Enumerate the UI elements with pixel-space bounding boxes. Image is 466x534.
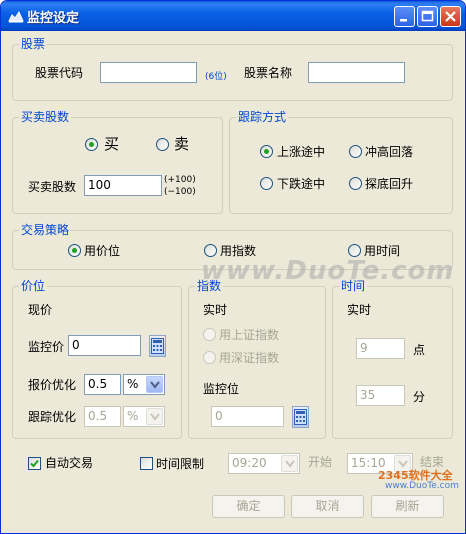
close-icon	[445, 11, 456, 22]
auto-trade-checkbox[interactable]	[28, 457, 41, 470]
strategy-group-title: 交易策略	[19, 223, 72, 237]
stock-code-hint: (6位)	[205, 72, 227, 82]
time-realtime-label: 实时	[347, 303, 372, 317]
tracking-falling-label[interactable]: 下跌途中	[277, 177, 325, 191]
tracking-pullback-label[interactable]: 冲高回落	[365, 145, 413, 159]
minimize-button[interactable]	[394, 6, 415, 27]
buy-label[interactable]: 买	[104, 135, 119, 153]
trade-group: 买卖股数 买 卖 买卖股数 100 (+100) (−100)	[12, 110, 223, 214]
time-limit-checkbox[interactable]	[140, 457, 153, 470]
dropdown-arrow	[281, 455, 298, 472]
stock-group: 股票 股票代码 (6位) 股票名称	[12, 37, 453, 101]
calculator-icon	[151, 338, 164, 354]
start-time-select[interactable]: 09:20	[228, 453, 300, 474]
minimize-icon	[400, 19, 407, 22]
sh-index-radio[interactable]	[203, 328, 216, 341]
auto-trade-label[interactable]: 自动交易	[45, 456, 93, 470]
qty-step-down[interactable]: (−100)	[164, 187, 196, 197]
sell-label[interactable]: 卖	[174, 135, 189, 153]
sz-index-label[interactable]: 用深证指数	[219, 351, 279, 365]
quote-opt-input[interactable]: 0.5	[84, 374, 121, 395]
calculator-icon	[294, 409, 307, 425]
index-group: 指数 实时 用上证指数 用深证指数 监控位 0	[188, 279, 326, 439]
tracking-pullback-radio[interactable]	[349, 145, 362, 158]
watermark-url: www.DuoTe.com	[385, 481, 459, 491]
price-group: 价位 现价 监控价 0 报价优化 0.5 % 跟踪优化 0.5 %	[12, 279, 182, 439]
qty-step-up[interactable]: (+100)	[164, 175, 196, 185]
refresh-button[interactable]: 刷新	[371, 495, 444, 518]
cancel-button[interactable]: 取消	[291, 495, 364, 518]
tracking-rebound-radio[interactable]	[349, 177, 362, 190]
qty-label: 买卖股数	[28, 180, 77, 194]
track-opt-unit-select[interactable]: %	[123, 406, 165, 427]
trade-group-title: 买卖股数	[19, 110, 72, 124]
index-realtime-label: 实时	[203, 303, 228, 317]
tracking-rebound-label[interactable]: 探底回升	[365, 177, 413, 191]
ok-button[interactable]: 确定	[212, 495, 285, 518]
dropdown-arrow	[146, 376, 163, 393]
hour-label: 点	[413, 343, 426, 357]
maximize-button[interactable]	[417, 6, 438, 27]
sh-index-label[interactable]: 用上证指数	[219, 328, 279, 342]
close-button[interactable]	[440, 6, 461, 27]
chevron-down-icon	[150, 381, 160, 389]
stock-name-label: 股票名称	[244, 66, 293, 80]
dropdown-arrow	[146, 408, 163, 425]
maximize-icon	[421, 10, 434, 22]
track-opt-label: 跟踪优化	[28, 410, 77, 424]
strategy-price-label[interactable]: 用价位	[84, 244, 120, 258]
minute-input[interactable]: 35	[356, 385, 405, 406]
minute-label: 分	[413, 390, 426, 404]
monitor-price-input[interactable]: 0	[68, 335, 141, 356]
quote-opt-unit-value: %	[127, 377, 139, 391]
start-time-value: 09:20	[232, 456, 267, 470]
time-limit-label[interactable]: 时间限制	[156, 457, 204, 471]
tracking-rising-label[interactable]: 上涨途中	[277, 145, 325, 159]
checkmark-icon	[30, 459, 39, 468]
monitor-price-label: 监控价	[28, 340, 65, 354]
stock-name-input[interactable]	[308, 62, 405, 83]
tracking-group: 跟踪方式 上涨途中 冲高回落 下跌途中 探底回升	[229, 110, 453, 214]
track-opt-unit-value: %	[127, 409, 139, 423]
track-opt-input[interactable]: 0.5	[84, 406, 121, 427]
sell-radio[interactable]	[156, 138, 169, 151]
buy-radio[interactable]	[85, 138, 98, 151]
qty-input[interactable]: 100	[84, 175, 162, 196]
chevron-down-icon	[285, 460, 295, 468]
quote-opt-unit-select[interactable]: %	[123, 374, 165, 395]
sz-index-radio[interactable]	[203, 351, 216, 364]
chevron-down-icon	[150, 413, 160, 421]
watermark: www.DuoTe.com	[201, 256, 455, 286]
index-monitor-input[interactable]: 0	[211, 406, 284, 427]
quote-opt-label: 报价优化	[28, 378, 77, 392]
title-bar[interactable]: 监控设定	[1, 1, 465, 31]
stock-code-label: 股票代码	[35, 66, 84, 80]
tracking-falling-radio[interactable]	[260, 177, 273, 190]
tracking-group-title: 跟踪方式	[236, 110, 289, 124]
price-group-title: 价位	[19, 279, 48, 293]
hour-input[interactable]: 9	[356, 338, 405, 359]
index-monitor-label: 监控位	[203, 382, 240, 396]
time-group: 时间 实时 9 点 35 分	[332, 279, 453, 439]
current-price-label: 现价	[28, 303, 53, 317]
index-monitor-picker-button[interactable]	[292, 406, 309, 428]
monitor-price-picker-button[interactable]	[149, 335, 166, 357]
tracking-rising-radio[interactable]	[260, 145, 273, 158]
strategy-price-radio[interactable]	[68, 244, 81, 257]
start-label: 开始	[308, 455, 333, 469]
stock-code-input[interactable]	[100, 62, 197, 83]
monitor-settings-window: 监控设定 股票 股票代码 (6位) 股票名称 买卖股数 买 卖 买卖股数 100…	[0, 0, 466, 534]
app-icon	[8, 10, 24, 23]
window-title: 监控设定	[27, 11, 80, 26]
stock-group-title: 股票	[19, 37, 48, 51]
